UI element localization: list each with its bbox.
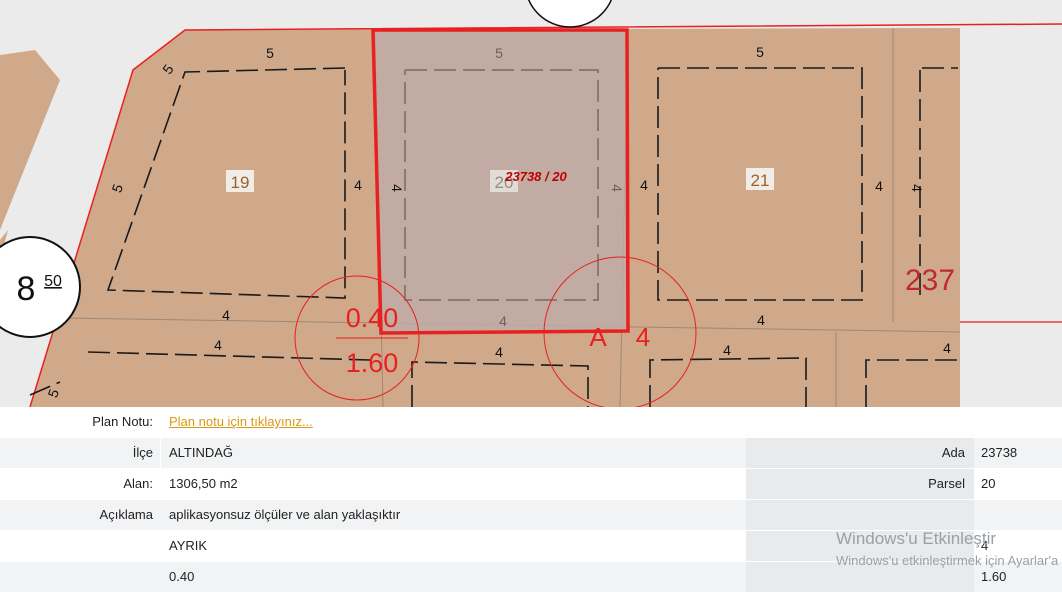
plan-note-link[interactable]: Plan notu için tıklayınız...: [169, 407, 313, 437]
taks-value: 0.40: [169, 569, 195, 584]
neighbor-parcel-label: 237: [905, 264, 955, 297]
zoning-map[interactable]: 19 20 21 23738 / 20 5 5 5 5 5 5 4 4 4 4 …: [0, 0, 1062, 407]
dimension-label: 4: [214, 337, 222, 353]
dimension-label: 4: [495, 344, 503, 360]
ada-label: Ada: [941, 445, 965, 460]
dimension-label: 4: [875, 178, 883, 194]
parcel-number-21: 21: [751, 171, 770, 190]
dimension-label: 4: [757, 312, 765, 328]
dimension-label: 4: [499, 313, 507, 329]
aciklama-label: Açıklama: [99, 507, 153, 522]
plan-note-label: Plan Notu:: [92, 414, 153, 429]
dimension-label: 5: [495, 45, 503, 61]
zone-letter: A: [589, 322, 607, 352]
info-row-plan-note: Plan Notu: Plan notu için tıklayınız...: [0, 407, 1062, 437]
aciklama-value: aplikasyonsuz ölçüler ve alan yaklaşıktı…: [169, 507, 401, 522]
dimension-label: 4: [909, 184, 925, 192]
road-width-value: 8: [17, 270, 36, 308]
setback-front-value: 0.40: [346, 303, 399, 333]
activation-watermark-subtitle: Windows'u etkinleştirmek için Ayarlar'a …: [836, 553, 1062, 568]
alan-value: 1306,50 m2: [169, 476, 238, 491]
zone-floors: 4: [636, 322, 650, 352]
dimension-label: 4: [354, 177, 362, 193]
alan-label: Alan:: [123, 476, 153, 491]
dimension-label: 4: [640, 177, 648, 193]
ada-value: 23738: [981, 445, 1018, 460]
road-width-sup: 50: [44, 273, 62, 290]
info-row-ilce: İlçe ALTINDAĞ Ada 23738: [0, 438, 1062, 468]
dimension-label: 4: [389, 184, 405, 192]
info-row-alan: Alan: 1306,50 m2 Parsel 20: [0, 469, 1062, 499]
parsel-label: Parsel: [928, 476, 965, 491]
parcel-number-19: 19: [231, 173, 250, 192]
dimension-label: 4: [222, 307, 230, 323]
dimension-label: 4: [723, 342, 731, 358]
info-row-aciklama: Açıklama aplikasyonsuz ölçüler ve alan y…: [0, 500, 1062, 530]
setback-back-value: 1.60: [346, 348, 399, 378]
parsel-value: 20: [981, 476, 996, 491]
nizam-value: AYRIK: [169, 538, 208, 553]
dimension-label: 5: [266, 45, 274, 61]
selected-parcel-label: 23738 / 20: [504, 169, 567, 184]
dimension-label: 4: [943, 340, 951, 356]
dimension-label: 4: [609, 184, 625, 192]
activation-watermark-title: Windows'u Etkinleştir: [836, 529, 997, 548]
ilce-label: İlçe: [132, 445, 153, 460]
ilce-value: ALTINDAĞ: [169, 445, 234, 460]
dimension-label: 5: [756, 44, 764, 60]
